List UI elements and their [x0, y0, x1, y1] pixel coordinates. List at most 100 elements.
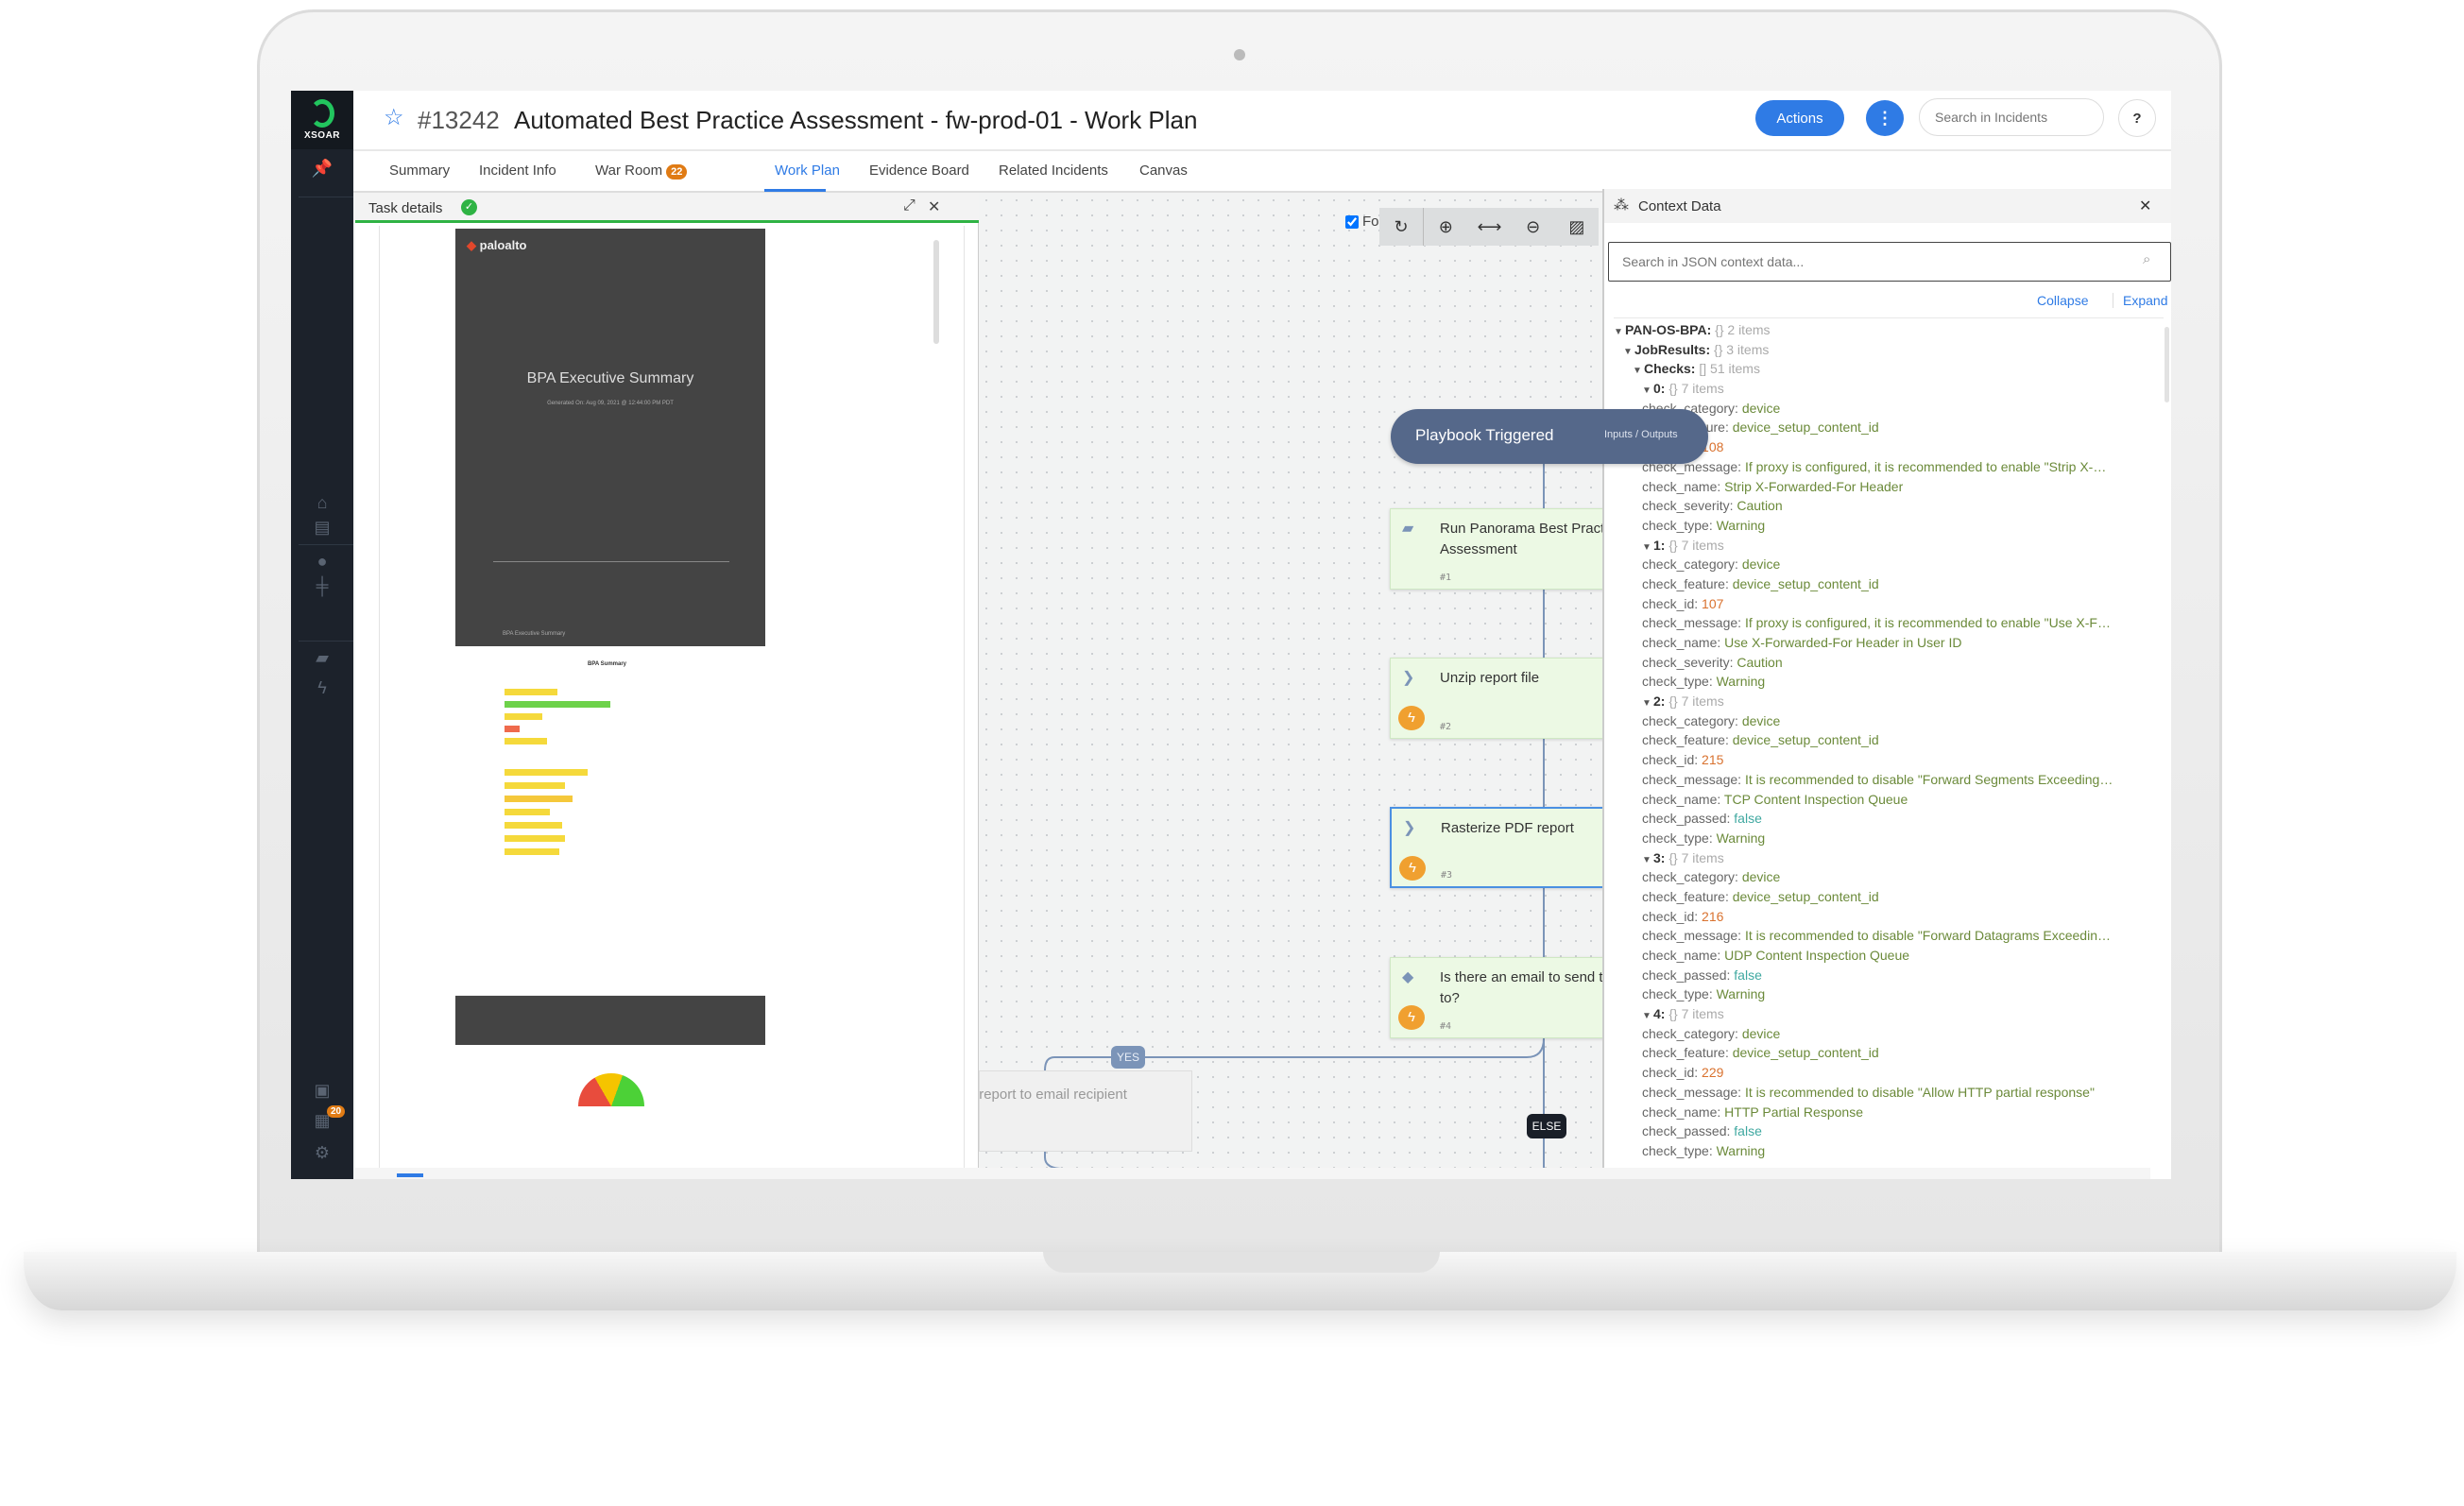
- collapse-button[interactable]: Collapse: [2037, 293, 2088, 308]
- json-key: Checks:: [1644, 361, 1696, 377]
- json-tree-row[interactable]: ▼ 3: {} 7 items: [1614, 848, 2164, 868]
- scroll-thumb[interactable]: [397, 1173, 423, 1177]
- json-key: check_name:: [1642, 948, 1721, 963]
- close-icon[interactable]: ✕: [928, 197, 940, 216]
- expand-icon[interactable]: ⤢: [903, 197, 915, 214]
- pdf-preview[interactable]: ◆ paloalto BPA Executive Summary Generat…: [379, 226, 965, 1168]
- json-key: 2:: [1653, 693, 1666, 710]
- json-tree-row[interactable]: ▼ Checks: [] 51 items: [1614, 359, 2164, 379]
- json-tree-row: check_message: It is recommended to disa…: [1614, 770, 2164, 790]
- news-icon[interactable]: ▤: [291, 518, 353, 538]
- tab-work-plan[interactable]: Work Plan: [775, 163, 840, 179]
- zoom-in-icon[interactable]: ⊕: [1424, 208, 1467, 246]
- check-circle-icon: ✓: [461, 199, 477, 215]
- signpost-icon[interactable]: ╪: [291, 576, 353, 596]
- json-key: check_id:: [1642, 595, 1699, 611]
- help-button[interactable]: ?: [2118, 99, 2156, 137]
- pdf-bar: [505, 689, 557, 695]
- context-search-input[interactable]: [1608, 242, 2171, 282]
- json-value: It is recommended to disable "Forward Se…: [1744, 771, 2113, 787]
- json-value: Warning: [1716, 986, 1766, 1002]
- active-tab-indicator: [764, 189, 826, 192]
- pdf-bar: [505, 713, 542, 720]
- json-tree-row[interactable]: ▼ JobResults: {} 3 items: [1614, 340, 2164, 360]
- json-value: Strip X-Forwarded-For Header: [1724, 478, 1904, 494]
- gauge-chart: [578, 1073, 644, 1106]
- zoom-out-icon[interactable]: ⊖: [1512, 208, 1555, 246]
- json-key: check_id:: [1642, 908, 1699, 924]
- json-meta: [] 51 items: [1699, 361, 1760, 377]
- json-meta: {} 2 items: [1715, 322, 1771, 337]
- horizontal-scrollbar[interactable]: [355, 1168, 2150, 1179]
- json-tree-row[interactable]: ▼ 0: {} 7 items: [1614, 379, 2164, 399]
- json-tree-row: check_name: UDP Content Inspection Queue: [1614, 946, 2164, 966]
- json-key: check_type:: [1642, 1142, 1713, 1158]
- json-tree-row[interactable]: ▼ 1: {} 7 items: [1614, 536, 2164, 556]
- actions-button[interactable]: Actions: [1755, 100, 1844, 136]
- reload-icon[interactable]: ↻: [1379, 208, 1425, 246]
- pin-icon[interactable]: 📌: [291, 159, 353, 179]
- briefcase-icon[interactable]: ▣: [291, 1081, 353, 1101]
- pdf-cover-page: ◆ paloalto BPA Executive Summary Generat…: [455, 229, 765, 646]
- chevron-right-icon: ❯: [1403, 820, 1416, 836]
- json-value: TCP Content Inspection Queue: [1723, 791, 1908, 807]
- expand-button[interactable]: Expand: [2113, 293, 2167, 308]
- pdf-scrollbar[interactable]: [933, 240, 939, 344]
- json-value: Warning: [1716, 674, 1766, 690]
- json-key: 1:: [1653, 537, 1666, 553]
- tab-related-incidents[interactable]: Related Incidents: [999, 163, 1108, 179]
- context-scrollbar[interactable]: [2165, 327, 2169, 402]
- yes-branch-label: YES: [1111, 1046, 1145, 1069]
- incident-number: #13242: [418, 106, 500, 134]
- json-key: check_category:: [1642, 556, 1738, 573]
- json-key: check_category:: [1642, 869, 1738, 885]
- laptop-notch: [1043, 1252, 1440, 1273]
- skipped-task-node[interactable]: Send report to email recipient: [979, 1070, 1192, 1152]
- json-value: device_setup_content_id: [1732, 888, 1879, 904]
- search-icon[interactable]: ⌕: [2143, 251, 2150, 267]
- pdf-bar: [505, 822, 562, 829]
- tab-canvas[interactable]: Canvas: [1139, 163, 1188, 179]
- image-icon[interactable]: ▨: [1555, 208, 1599, 246]
- gear-icon[interactable]: ⚙: [291, 1143, 353, 1163]
- json-value: Warning: [1716, 830, 1766, 846]
- json-key: check_message:: [1642, 1084, 1742, 1100]
- task-title: Send report to email recipient: [979, 1087, 1127, 1103]
- json-tree-row[interactable]: ▼ 2: {} 7 items: [1614, 692, 2164, 711]
- task-details-header: Task details ✓ ⤢ ✕: [355, 193, 979, 223]
- json-tree-row[interactable]: ▼ PAN-OS-BPA: {} 2 items: [1614, 320, 2164, 340]
- json-tree-row: check_type: Warning: [1614, 829, 2164, 848]
- json-key: 0:: [1653, 381, 1666, 397]
- json-key: check_category:: [1642, 1025, 1738, 1041]
- json-key: JobResults:: [1634, 341, 1711, 357]
- json-key: check_message:: [1642, 928, 1742, 944]
- bomb-icon[interactable]: ●: [291, 552, 353, 572]
- context-header: ⁂ Context Data ✕: [1604, 189, 2171, 223]
- incident-search-input[interactable]: [1919, 98, 2104, 136]
- json-tree-row: check_id: 216: [1614, 907, 2164, 927]
- tab-incident-info[interactable]: Incident Info: [479, 163, 556, 179]
- inputs-outputs-link[interactable]: Inputs / Outputs: [1604, 429, 1678, 440]
- close-icon[interactable]: ✕: [2139, 197, 2151, 215]
- pdf-section-title: BPA Summary: [588, 661, 627, 667]
- json-key: check_type:: [1642, 830, 1713, 846]
- lightning-icon[interactable]: ϟ: [291, 678, 353, 698]
- star-icon[interactable]: ☆: [384, 104, 404, 131]
- fit-width-icon[interactable]: ⟷: [1467, 208, 1511, 246]
- tab-evidence-board[interactable]: Evidence Board: [869, 163, 969, 179]
- json-value: false: [1734, 967, 1762, 983]
- playbook-triggered-node[interactable]: Playbook Triggered Inputs / Outputs: [1391, 409, 1708, 464]
- home-icon[interactable]: ⌂: [291, 493, 353, 513]
- more-options-button[interactable]: ⋮: [1866, 100, 1904, 136]
- follow-check[interactable]: [1345, 214, 1359, 229]
- pdf-bar: [505, 738, 547, 744]
- json-value: Warning: [1716, 1142, 1766, 1158]
- tab-summary[interactable]: Summary: [389, 163, 450, 179]
- json-tree-row[interactable]: ▼ 4: {} 7 items: [1614, 1004, 2164, 1024]
- json-tree-row: check_type: Warning: [1614, 984, 2164, 1004]
- xsoar-logo[interactable]: XSOAR: [291, 91, 353, 149]
- playbook-icon[interactable]: ▰: [291, 648, 353, 668]
- notification-badge: 20: [327, 1105, 346, 1118]
- tab-war-room[interactable]: War Room 22: [595, 163, 688, 180]
- pdf-bar: [505, 835, 565, 842]
